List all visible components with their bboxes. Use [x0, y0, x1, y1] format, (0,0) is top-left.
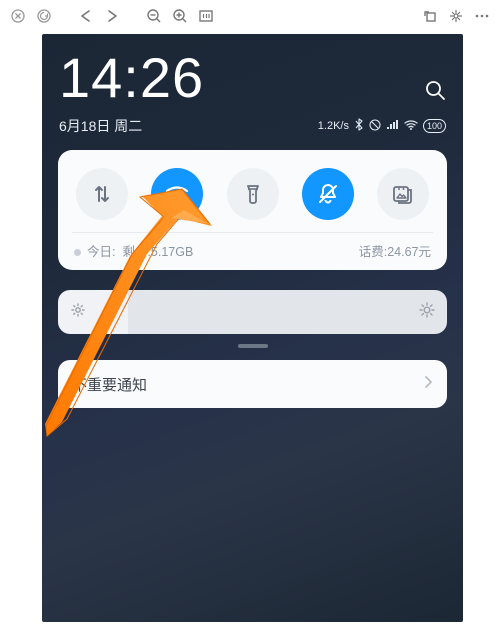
call-fee-text: 话费:24.67元 — [359, 241, 431, 260]
battery-indicator: 100 — [423, 119, 446, 133]
qs-flashlight[interactable] — [227, 168, 279, 220]
search-icon[interactable] — [424, 79, 446, 106]
actual-size-icon[interactable] — [194, 4, 218, 28]
sparkle-icon[interactable] — [444, 4, 468, 28]
chevron-right-icon — [423, 375, 433, 393]
zoom-out-icon[interactable] — [142, 4, 166, 28]
zoom-in-icon[interactable] — [168, 4, 192, 28]
divider — [72, 232, 433, 233]
signal-icon — [386, 119, 399, 133]
qs-screenshot[interactable] — [377, 168, 429, 220]
rotate-icon[interactable] — [418, 4, 442, 28]
wifi-status-icon — [404, 119, 418, 133]
qs-wifi[interactable] — [151, 168, 203, 220]
quick-settings-card: 今日: 剩余:5.17GB 话费:24.67元 — [58, 150, 447, 270]
date-text: 6月18日 周二 — [59, 116, 142, 136]
quick-settings-info[interactable]: 今日: 剩余:5.17GB 话费:24.67元 — [72, 241, 433, 260]
close-icon[interactable] — [6, 4, 30, 28]
clock-time: 14:26 — [59, 50, 204, 106]
status-bar-icons: 1.2K/s 100 — [318, 118, 446, 134]
back-icon[interactable] — [74, 4, 98, 28]
screenshot-photo: 14:26 6月18日 周二 1.2K/s — [42, 34, 463, 622]
low-priority-label: 不重要通知 — [72, 374, 147, 395]
viewer-toolbar — [0, 0, 500, 32]
date-status-row: 6月18日 周二 1.2K/s 100 — [59, 116, 446, 136]
qs-dnd[interactable] — [302, 168, 354, 220]
low-priority-notifications[interactable]: 不重要通知 — [58, 360, 447, 408]
no-sim-icon — [369, 119, 381, 134]
brightness-high-icon — [419, 302, 435, 323]
forward-icon[interactable] — [100, 4, 124, 28]
brightness-low-icon — [70, 302, 86, 323]
quick-settings-row — [72, 164, 433, 228]
lockscreen-header: 14:26 — [59, 50, 446, 106]
reload-icon[interactable] — [32, 4, 56, 28]
status-dot-icon — [74, 249, 81, 256]
data-usage-text: 今日: 剩余:5.17GB — [74, 241, 193, 260]
qs-mobile-data[interactable] — [76, 168, 128, 220]
more-icon[interactable] — [470, 4, 494, 28]
brightness-slider[interactable] — [58, 290, 447, 334]
bluetooth-icon — [354, 118, 364, 134]
net-speed: 1.2K/s — [318, 120, 349, 132]
image-canvas: 14:26 6月18日 周二 1.2K/s — [0, 32, 500, 624]
panel-drag-handle[interactable] — [238, 344, 268, 348]
